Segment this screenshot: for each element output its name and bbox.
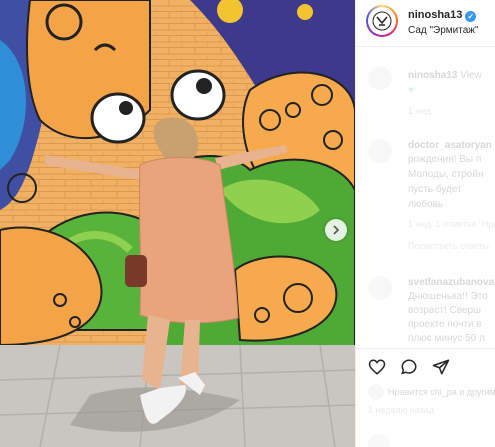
avatar[interactable] bbox=[368, 276, 392, 300]
avatar-logo-icon bbox=[372, 11, 392, 31]
comment-text: любовь bbox=[408, 199, 444, 210]
avatar[interactable] bbox=[368, 66, 392, 90]
comment-row: doctor_asatoryan рождения! Вы п Молоды, … bbox=[356, 135, 495, 251]
comment-username[interactable]: svetlanazubanova bbox=[408, 277, 494, 288]
post-side-panel: ninosha13 ✓ Сад "Эрмитаж" ninosha13 View … bbox=[355, 0, 495, 447]
comment-text: возраст! Сверш bbox=[408, 305, 482, 316]
chevron-right-icon bbox=[333, 225, 340, 235]
avatar[interactable] bbox=[368, 384, 384, 400]
comment-text: Днюшенька!! Это bbox=[408, 291, 488, 302]
post-date: 1 неделю назад bbox=[368, 405, 435, 415]
speech-bubble-icon[interactable] bbox=[400, 358, 418, 376]
author-username[interactable]: ninosha13 ✓ bbox=[408, 9, 477, 22]
mural-photo bbox=[0, 0, 355, 447]
heart-icon[interactable] bbox=[368, 358, 386, 376]
comment-username[interactable]: doctor_asatoryan bbox=[408, 140, 492, 151]
caption-row: ninosha13 View ♥ 1 нед. bbox=[356, 60, 495, 120]
comment-text: проекте почти в bbox=[408, 319, 482, 330]
comment-username[interactable]: ninosha13 bbox=[408, 70, 457, 81]
comment-input-avatar bbox=[368, 434, 390, 447]
post-header: ninosha13 ✓ Сад "Эрмитаж" bbox=[356, 0, 495, 47]
comment-text: пусть будет bbox=[408, 184, 462, 195]
heart-emoji-icon: ♥ bbox=[408, 85, 414, 96]
comment-row: svetlanazubanova Днюшенька!! Это возраст… bbox=[356, 272, 495, 344]
comment-text: View bbox=[460, 70, 482, 81]
avatar[interactable] bbox=[368, 139, 392, 163]
likes-row: Нравится chi_pa и другим 1 неделю назад bbox=[356, 383, 495, 427]
comment-text: рождения! Вы п bbox=[408, 154, 482, 165]
view-replies-link[interactable]: Посмотреть ответы bbox=[408, 241, 489, 251]
paper-plane-icon[interactable] bbox=[432, 358, 450, 376]
comment-text: плюс минус 50 л bbox=[408, 333, 485, 344]
author-avatar[interactable] bbox=[366, 5, 398, 37]
comment-meta: 1 нед. bbox=[408, 106, 434, 116]
comment-meta: 1 нед. 1 отметка "Нравится" bbox=[408, 219, 495, 229]
verified-check-icon: ✓ bbox=[465, 11, 477, 22]
post-location[interactable]: Сад "Эрмитаж" bbox=[408, 25, 479, 36]
likes-text[interactable]: Нравится chi_pa и другим bbox=[388, 385, 495, 400]
next-photo-button[interactable] bbox=[325, 219, 347, 241]
post-actions bbox=[356, 348, 495, 383]
comment-text: Молоды, стройн bbox=[408, 169, 484, 180]
post-photo[interactable] bbox=[0, 0, 355, 447]
